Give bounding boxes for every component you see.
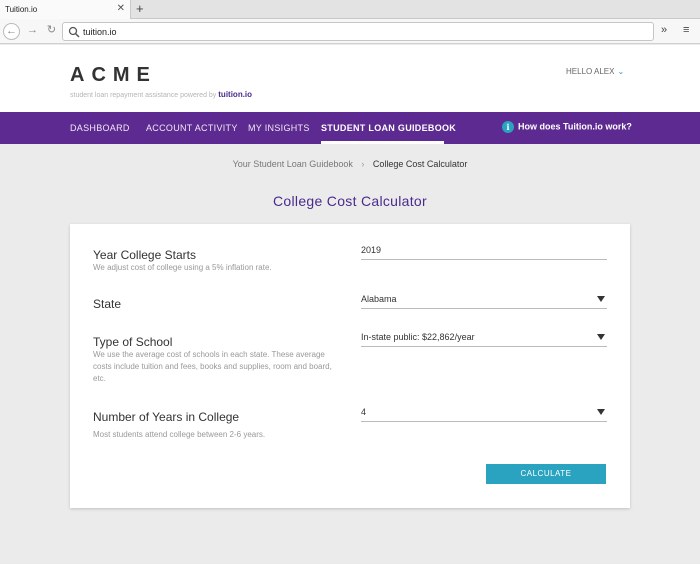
- user-greeting: HELLO ALEX: [566, 67, 615, 76]
- years-in-college-value: 4: [361, 407, 367, 417]
- nav-student-loan-guidebook[interactable]: STUDENT LOAN GUIDEBOOK: [321, 123, 456, 133]
- acme-logo[interactable]: ACME: [70, 64, 157, 87]
- dropdown-caret-icon: [597, 409, 605, 415]
- close-tab-icon[interactable]: ✕: [117, 3, 125, 14]
- breadcrumb-current: College Cost Calculator: [372, 159, 468, 169]
- years-in-college-select[interactable]: 4: [361, 405, 607, 422]
- how-it-works-link[interactable]: i How does Tuition.io work?: [502, 121, 632, 133]
- tab-title: Tuition.io: [5, 5, 38, 14]
- info-icon: i: [502, 121, 514, 133]
- years-in-college-help: Most students attend college between 2-6…: [93, 430, 266, 439]
- tagline-text: student loan repayment assistance powere…: [70, 92, 217, 99]
- breadcrumb-separator: ›: [361, 159, 365, 169]
- year-starts-value: 2019: [361, 245, 382, 255]
- nav-my-insights[interactable]: MY INSIGHTS: [248, 123, 310, 133]
- state-value: Alabama: [361, 294, 397, 304]
- main-nav: DASHBOARD ACCOUNT ACTIVITY MY INSIGHTS S…: [0, 112, 700, 144]
- nav-account-activity[interactable]: ACCOUNT ACTIVITY: [146, 123, 238, 133]
- breadcrumb-parent[interactable]: Your Student Loan Guidebook: [233, 159, 353, 169]
- school-type-value: In-state public: $22,862/year: [361, 332, 475, 342]
- page-title: College Cost Calculator: [273, 193, 427, 209]
- back-arrow-icon[interactable]: ←: [3, 23, 20, 40]
- school-type-select[interactable]: In-state public: $22,862/year: [361, 330, 607, 347]
- calculate-button[interactable]: CALCULATE: [486, 464, 606, 484]
- year-starts-help: We adjust cost of college using a 5% inf…: [93, 263, 272, 272]
- browser-tab-bar: Tuition.io ✕ +: [0, 0, 700, 19]
- forward-arrow-icon[interactable]: →: [24, 23, 41, 40]
- site-header: ACME student loan repayment assistance p…: [0, 45, 700, 112]
- new-tab-button[interactable]: +: [136, 1, 144, 16]
- state-label: State: [93, 297, 122, 311]
- calculator-card: Year College Starts We adjust cost of co…: [70, 224, 630, 508]
- year-starts-label: Year College Starts: [93, 248, 196, 262]
- how-it-works-label: How does Tuition.io work?: [518, 121, 632, 132]
- nav-dashboard[interactable]: DASHBOARD: [70, 123, 130, 133]
- school-type-help: We use the average cost of schools in ea…: [93, 350, 332, 383]
- url-text: tuition.io: [83, 27, 117, 37]
- hamburger-menu-icon[interactable]: ≡: [683, 24, 689, 36]
- breadcrumb: Your Student Loan Guidebook › College Co…: [0, 159, 700, 169]
- active-nav-indicator: [321, 141, 444, 144]
- state-select[interactable]: Alabama: [361, 292, 607, 309]
- browser-tab[interactable]: Tuition.io ✕: [0, 0, 131, 19]
- search-icon: [68, 26, 80, 38]
- school-type-label: Type of School: [93, 335, 173, 349]
- browser-toolbar: ← → ↻ tuition.io » ≡: [0, 19, 700, 44]
- years-in-college-label: Number of Years in College: [93, 410, 240, 424]
- dropdown-caret-icon: [597, 296, 605, 302]
- overflow-chevron-icon[interactable]: »: [661, 24, 667, 36]
- address-bar[interactable]: tuition.io: [62, 22, 654, 41]
- reload-icon[interactable]: ↻: [43, 23, 60, 40]
- tagline-brand[interactable]: tuition.io: [218, 90, 252, 99]
- year-starts-input[interactable]: 2019: [361, 243, 607, 260]
- dropdown-caret-icon: [597, 334, 605, 340]
- user-menu[interactable]: HELLO ALEX ⌄: [566, 67, 624, 76]
- chevron-down-icon: ⌄: [617, 67, 625, 76]
- tagline: student loan repayment assistance powere…: [70, 90, 252, 99]
